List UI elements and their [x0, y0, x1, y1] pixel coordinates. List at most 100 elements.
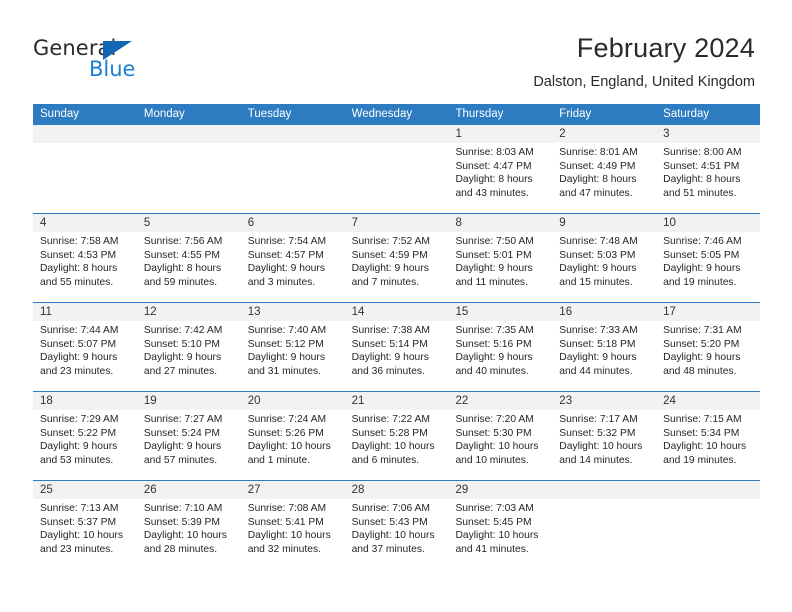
day-info-line: Daylight: 9 hours: [40, 441, 118, 453]
day-cell[interactable]: 18 Sunrise: 7:29 AM Sunset: 5:22 PM Dayligh…: [33, 392, 137, 480]
day-info-line: Sunset: 5:03 PM: [559, 249, 636, 261]
day-info-line: Sunrise: 7:29 AM: [40, 414, 119, 425]
day-cell[interactable]: 15 Sunrise: 7:35 AM Sunset: 5:16 PM Dayligh…: [448, 303, 553, 391]
day-cell[interactable]: 16 Sunrise: 7:33 AM Sunset: 5:18 PM Dayligh…: [552, 303, 657, 391]
day-info-line: and 11 minutes.: [455, 276, 528, 288]
day-cell[interactable]: 10 Sunrise: 7:46 AM Sunset: 5:05 PM Dayligh…: [656, 214, 761, 302]
calendar-week-row: 25 Sunrise: 7:13 AM Sunset: 5:37 PM Dayligh…: [33, 480, 761, 569]
day-cell[interactable]: 17 Sunrise: 7:31 AM Sunset: 5:20 PM Dayligh…: [656, 303, 761, 391]
day-cell[interactable]: 29 Sunrise: 7:03 AM Sunset: 5:45 PM Dayligh…: [448, 481, 553, 569]
day-info-line: Sunset: 5:12 PM: [247, 338, 324, 350]
day-cell[interactable]: 28 Sunrise: 7:06 AM Sunset: 5:43 PM Dayligh…: [344, 481, 449, 569]
day-info-line: Sunset: 4:57 PM: [247, 249, 324, 261]
day-info-line: Sunrise: 7:13 AM: [40, 503, 119, 514]
day-info-line: Sunrise: 7:10 AM: [143, 503, 223, 514]
day-sun-info: Sunrise: 7:20 AM Sunset: 5:30 PM Daylight:…: [448, 410, 552, 467]
day-cell[interactable]: 24 Sunrise: 7:15 AM Sunset: 5:34 PM Dayligh…: [656, 392, 761, 480]
day-info-line: Sunset: 5:34 PM: [663, 427, 740, 439]
day-info-line: Sunset: 4:55 PM: [143, 249, 220, 261]
weekday-header-thursday: Thursday: [455, 108, 504, 120]
day-info-line: Sunrise: 7:08 AM: [247, 503, 327, 514]
day-cell[interactable]: 14 Sunrise: 7:38 AM Sunset: 5:14 PM Dayligh…: [344, 303, 449, 391]
weekday-header-tuesday: Tuesday: [247, 108, 292, 120]
day-info-line: Sunrise: 8:01 AM: [559, 147, 638, 158]
day-number: 10: [656, 214, 761, 232]
day-number: 4: [33, 214, 137, 232]
day-number: 13: [240, 303, 345, 321]
day-info-line: Sunrise: 7:33 AM: [559, 325, 638, 336]
day-cell[interactable]: 5 Sunrise: 7:56 AM Sunset: 4:55 PM Daylight…: [136, 214, 241, 302]
day-cell[interactable]: 19 Sunrise: 7:27 AM Sunset: 5:24 PM Dayligh…: [136, 392, 241, 480]
day-info-line: Sunrise: 7:27 AM: [143, 414, 223, 425]
day-cell[interactable]: 27 Sunrise: 7:08 AM Sunset: 5:41 PM Dayligh…: [240, 481, 345, 569]
day-info-line: Sunset: 4:51 PM: [663, 160, 740, 172]
day-cell[interactable]: 23 Sunrise: 7:17 AM Sunset: 5:32 PM Dayligh…: [552, 392, 657, 480]
day-info-line: Daylight: 10 hours: [455, 441, 539, 453]
page-header: General Blue February 2024 Dalston, Engl…: [0, 0, 792, 100]
calendar-week-row: 4 Sunrise: 7:58 AM Sunset: 4:53 PM Daylight…: [33, 213, 761, 302]
day-sun-info: Sunrise: 7:48 AM Sunset: 5:03 PM Daylight:…: [552, 232, 656, 289]
day-info-line: and 19 minutes.: [663, 276, 737, 288]
day-cell[interactable]: 12 Sunrise: 7:42 AM Sunset: 5:10 PM Dayligh…: [136, 303, 241, 391]
day-info-line: Daylight: 9 hours: [351, 352, 429, 364]
day-cell[interactable]: 25 Sunrise: 7:13 AM Sunset: 5:37 PM Dayligh…: [33, 481, 137, 569]
day-sun-info: Sunrise: 7:40 AM Sunset: 5:12 PM Daylight:…: [241, 321, 345, 378]
day-info-line: and 3 minutes.: [247, 276, 316, 288]
day-info-line: Daylight: 9 hours: [663, 263, 741, 275]
page-title: February 2024: [576, 33, 755, 63]
day-cell[interactable]: 6 Sunrise: 7:54 AM Sunset: 4:57 PM Daylight…: [240, 214, 345, 302]
day-info-line: Sunset: 5:32 PM: [559, 427, 636, 439]
day-info-line: and 23 minutes.: [40, 543, 114, 555]
day-cell[interactable]: 21 Sunrise: 7:22 AM Sunset: 5:28 PM Dayligh…: [344, 392, 449, 480]
day-info-line: Daylight: 9 hours: [559, 352, 637, 364]
day-info-line: Sunset: 5:22 PM: [40, 427, 117, 439]
day-cell[interactable]: 13 Sunrise: 7:40 AM Sunset: 5:12 PM Dayligh…: [240, 303, 345, 391]
day-info-line: and 47 minutes.: [559, 187, 633, 199]
day-info-line: Sunrise: 8:03 AM: [455, 147, 534, 158]
day-cell[interactable]: 9 Sunrise: 7:48 AM Sunset: 5:03 PM Daylight…: [552, 214, 657, 302]
day-cell[interactable]: 11 Sunrise: 7:44 AM Sunset: 5:07 PM Dayligh…: [33, 303, 137, 391]
day-cell[interactable]: 20 Sunrise: 7:24 AM Sunset: 5:26 PM Dayligh…: [240, 392, 345, 480]
day-sun-info: Sunrise: 8:01 AM Sunset: 4:49 PM Daylight:…: [552, 143, 656, 200]
day-number: [136, 125, 241, 143]
day-cell[interactable]: 4 Sunrise: 7:58 AM Sunset: 4:53 PM Daylight…: [33, 214, 137, 302]
day-info-line: Daylight: 9 hours: [455, 263, 533, 275]
day-info-line: and 53 minutes.: [40, 454, 114, 466]
day-info-line: Sunrise: 7:48 AM: [559, 236, 638, 247]
day-info-line: Daylight: 8 hours: [663, 174, 741, 186]
day-cell[interactable]: 2 Sunrise: 8:01 AM Sunset: 4:49 PM Daylight…: [552, 125, 657, 213]
day-cell[interactable]: 22 Sunrise: 7:20 AM Sunset: 5:30 PM Dayligh…: [448, 392, 553, 480]
day-cell[interactable]: 8 Sunrise: 7:50 AM Sunset: 5:01 PM Daylight…: [448, 214, 553, 302]
day-number: 14: [344, 303, 449, 321]
day-number: 2: [552, 125, 657, 143]
day-cell[interactable]: 26 Sunrise: 7:10 AM Sunset: 5:39 PM Dayligh…: [136, 481, 241, 569]
day-cell-empty: [344, 125, 449, 213]
day-cell[interactable]: 1 Sunrise: 8:03 AM Sunset: 4:47 PM Daylight…: [448, 125, 553, 213]
day-info-line: Daylight: 10 hours: [663, 441, 747, 453]
day-sun-info: Sunrise: 7:06 AM Sunset: 5:43 PM Daylight:…: [345, 499, 449, 556]
day-cell-empty: [552, 481, 657, 569]
day-info-line: Sunrise: 7:54 AM: [247, 236, 327, 247]
day-info-line: Sunset: 5:18 PM: [559, 338, 636, 350]
day-info-line: Sunrise: 7:15 AM: [663, 414, 742, 425]
calendar-week-row: 18 Sunrise: 7:29 AM Sunset: 5:22 PM Dayligh…: [33, 391, 761, 480]
day-info-line: Sunset: 5:10 PM: [143, 338, 220, 350]
day-cell[interactable]: 7 Sunrise: 7:52 AM Sunset: 4:59 PM Daylight…: [344, 214, 449, 302]
day-info-line: and 51 minutes.: [663, 187, 737, 199]
day-info-line: and 6 minutes.: [351, 454, 420, 466]
weekday-header-sunday: Sunday: [40, 108, 80, 120]
day-info-line: and 31 minutes.: [247, 365, 321, 377]
day-sun-info: Sunrise: 7:17 AM Sunset: 5:32 PM Daylight:…: [552, 410, 656, 467]
day-info-line: Sunset: 5:41 PM: [247, 516, 324, 528]
day-info-line: and 44 minutes.: [559, 365, 633, 377]
day-info-line: Sunset: 5:30 PM: [455, 427, 532, 439]
day-cell[interactable]: 3 Sunrise: 8:00 AM Sunset: 4:51 PM Daylight…: [656, 125, 761, 213]
general-blue-logo[interactable]: General Blue: [33, 36, 253, 88]
day-sun-info: Sunrise: 7:24 AM Sunset: 5:26 PM Daylight:…: [241, 410, 345, 467]
day-number: 6: [240, 214, 345, 232]
day-number: 20: [240, 392, 345, 410]
day-info-line: Sunset: 5:01 PM: [455, 249, 532, 261]
day-info-line: and 32 minutes.: [247, 543, 321, 555]
day-sun-info: Sunrise: 7:54 AM Sunset: 4:57 PM Daylight:…: [241, 232, 345, 289]
day-info-line: Daylight: 9 hours: [143, 441, 222, 453]
